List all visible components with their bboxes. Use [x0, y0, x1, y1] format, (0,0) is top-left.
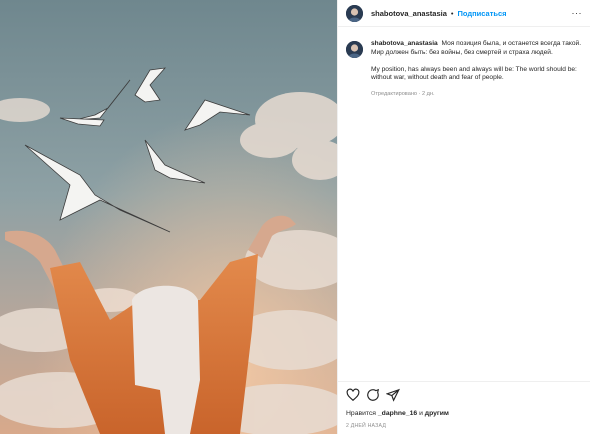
caption-avatar[interactable]: [346, 41, 363, 58]
share-icon[interactable]: [385, 388, 400, 402]
likes-suffix: и: [417, 410, 425, 417]
separator-dot: •: [450, 8, 454, 18]
edited-label: Отредактировано · 2 дн.: [371, 90, 435, 97]
caption-body: shabotova_anastasia Моя позиция была, и …: [371, 40, 582, 99]
likes-text: Нравится _daphne_16 и другим: [346, 410, 449, 417]
caption-line-2: Мир должен быть: без войны, без смертей …: [371, 48, 553, 56]
likes-prefix: Нравится: [346, 410, 378, 417]
more-options-icon[interactable]: ···: [572, 8, 583, 18]
post-photo[interactable]: [0, 0, 337, 434]
likes-others-link[interactable]: другим: [425, 410, 449, 417]
heart-icon[interactable]: [346, 388, 360, 402]
caption: shabotova_anastasia Моя позиция была, и …: [338, 27, 590, 99]
caption-line-1: Моя позиция была, и останется всегда так…: [441, 40, 582, 47]
instagram-post: shabotova_anastasia • Подписаться ··· sh…: [0, 0, 590, 434]
post-sidebar: shabotova_anastasia • Подписаться ··· sh…: [337, 0, 590, 434]
caption-username[interactable]: shabotova_anastasia: [371, 40, 438, 47]
post-header: shabotova_anastasia • Подписаться ···: [338, 0, 590, 27]
username-link[interactable]: shabotova_anastasia: [371, 9, 447, 18]
action-bar: [346, 388, 400, 402]
photo-illustration: [0, 0, 337, 434]
comment-icon[interactable]: [366, 388, 380, 402]
divider: [338, 381, 590, 382]
avatar[interactable]: [346, 4, 363, 22]
post-timestamp[interactable]: 2 ДНЕЙ НАЗАД: [346, 423, 386, 429]
likes-user-link[interactable]: _daphne_16: [378, 410, 417, 417]
follow-button[interactable]: Подписаться: [458, 9, 507, 18]
caption-line-3: My position, has always been and always …: [371, 65, 577, 82]
